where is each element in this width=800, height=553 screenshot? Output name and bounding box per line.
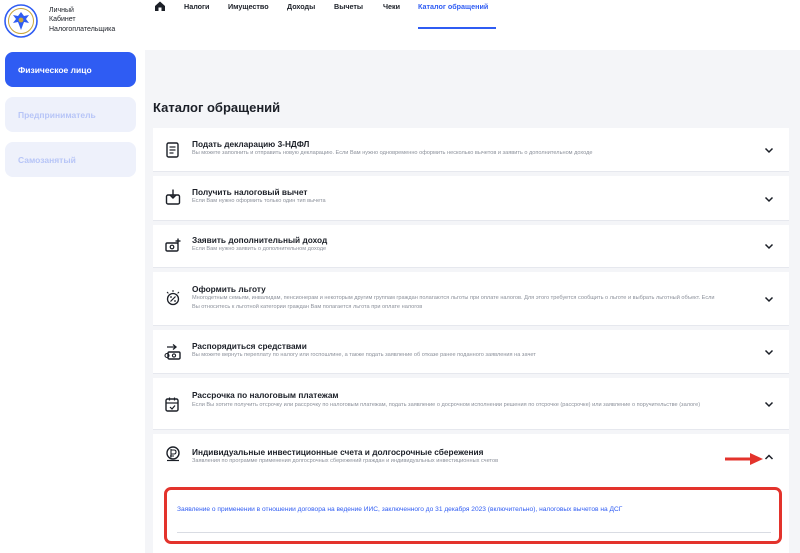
catalog-item-additional-income[interactable]: Заявить дополнительный доход Если Вам ну… — [153, 225, 789, 268]
nav-active-underline — [418, 27, 496, 29]
sidebar-item-label: Физическое лицо — [18, 64, 92, 75]
chevron-up-icon[interactable] — [764, 454, 774, 461]
logo-line: Налогоплательщика — [49, 25, 116, 33]
money-add-icon — [165, 238, 181, 252]
catalog-item-title: Заявить дополнительный доход — [192, 235, 328, 245]
chevron-down-icon[interactable] — [764, 349, 774, 356]
catalog-item-declaration[interactable]: Подать декларацию 3-НДФЛ Вы можете запол… — [153, 128, 789, 172]
nav-item-taxes[interactable]: Налоги — [184, 2, 209, 11]
sidebar-item-entrepreneur[interactable]: Предприниматель — [5, 97, 136, 132]
nav-item-deductions[interactable]: Вычеты — [334, 2, 363, 11]
catalog-item-description: Если Вы хотите получить отсрочку или рас… — [192, 402, 701, 408]
logo-line: Кабинет — [49, 16, 76, 24]
percent-sparkle-icon — [166, 290, 180, 306]
nav-item-property[interactable]: Имущество — [228, 2, 269, 11]
catalog-item-title: Подать декларацию 3-НДФЛ — [192, 139, 310, 149]
catalog-item-title: Оформить льготу — [192, 284, 266, 294]
calendar-installment-icon — [165, 397, 179, 412]
logo-line: Личный — [49, 7, 74, 14]
document-icon — [166, 142, 179, 158]
chevron-down-icon[interactable] — [764, 196, 774, 203]
sidebar: Личный Кабинет Налогоплательщика Физичес… — [0, 0, 145, 553]
catalog-item-description: Вы можете заполнить и отправить новую де… — [192, 150, 593, 156]
investment-coin-icon — [166, 446, 180, 462]
catalog-item-description: Вы можете вернуть переплату по налогу ил… — [192, 352, 536, 358]
sidebar-item-label: Самозанятый — [18, 154, 76, 165]
sidebar-item-individual[interactable]: Физическое лицо — [5, 52, 136, 87]
chevron-down-icon[interactable] — [764, 296, 774, 303]
catalog-item-title: Рассрочка по налоговым платежам — [192, 390, 339, 400]
sidebar-item-label: Предприниматель — [18, 109, 96, 120]
home-icon[interactable] — [154, 0, 166, 12]
catalog-item-description: Многодетным семьям, инвалидам, пенсионер… — [192, 295, 715, 311]
catalog-item-title: Распорядиться средствами — [192, 341, 307, 351]
wallet-download-icon — [165, 189, 181, 205]
divider — [177, 532, 771, 533]
nav-item-appeals-catalog[interactable]: Каталог обращений — [418, 2, 488, 11]
catalog-item-manage-funds[interactable]: Распорядиться средствами Вы можете верну… — [153, 330, 789, 374]
application-link-iis-deduction[interactable]: Заявление о применении в отношении догов… — [177, 504, 707, 515]
highlighted-expanded-panel: Заявление о применении в отношении догов… — [164, 487, 782, 544]
catalog-item-description: Заявления по программе применения долгос… — [192, 458, 499, 464]
money-transfer-icon — [164, 344, 181, 360]
nav-item-income[interactable]: Доходы — [287, 2, 315, 11]
nav-item-receipts[interactable]: Чеки — [383, 2, 400, 11]
catalog-item-benefit[interactable]: Оформить льготу Многодетным семьям, инва… — [153, 272, 789, 326]
eagle-emblem-icon[interactable] — [4, 4, 38, 38]
catalog-item-title: Индивидуальные инвестиционные счета и до… — [192, 447, 484, 457]
catalog-item-description: Если Вам нужно заявить о дополнительном … — [192, 246, 327, 252]
catalog-item-description: Если Вам нужно оформить только один тип … — [192, 198, 326, 204]
catalog-item-installment[interactable]: Рассрочка по налоговым платежам Если Вы … — [153, 378, 789, 430]
chevron-down-icon[interactable] — [764, 243, 774, 250]
logo-text: Личный Кабинет Налогоплательщика — [49, 6, 139, 34]
page-title: Каталог обращений — [153, 100, 281, 115]
sidebar-item-self-employed[interactable]: Самозанятый — [5, 142, 136, 177]
chevron-down-icon[interactable] — [764, 401, 774, 408]
red-arrow-icon — [725, 453, 763, 465]
chevron-down-icon[interactable] — [764, 147, 774, 154]
catalog-item-title: Получить налоговый вычет — [192, 187, 308, 197]
catalog-item-tax-deduction[interactable]: Получить налоговый вычет Если Вам нужно … — [153, 176, 789, 221]
